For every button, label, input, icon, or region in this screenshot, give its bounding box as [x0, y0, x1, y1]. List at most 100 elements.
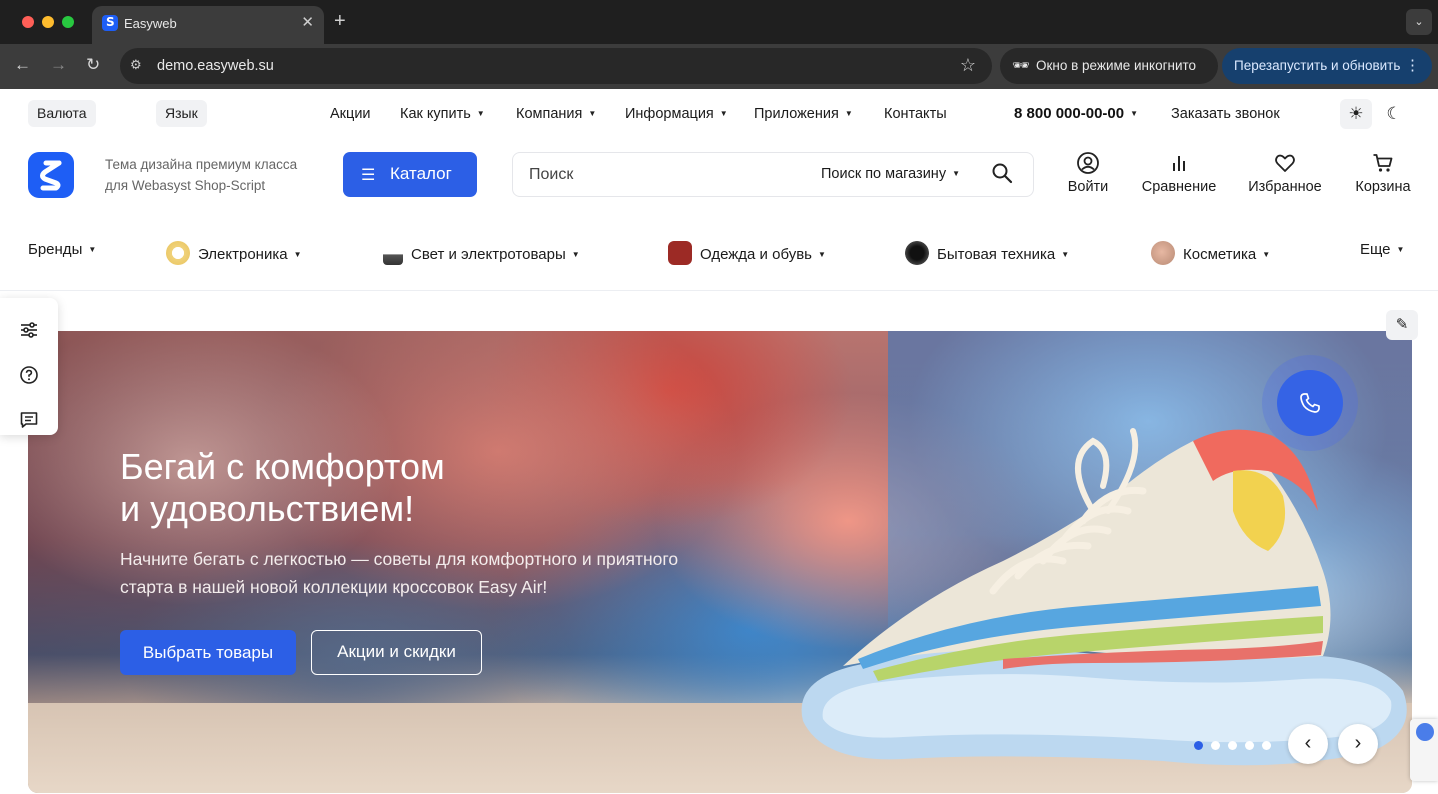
topnav-promotions[interactable]: Акции: [330, 106, 371, 122]
minimize-window-button[interactable]: [42, 16, 54, 28]
hero-subtitle-line: старта в нашей новой коллекции кроссовок…: [120, 577, 548, 597]
catalog-button[interactable]: ☰ Каталог: [343, 152, 477, 197]
category-appliances[interactable]: Бытовая техника ▼: [905, 241, 1069, 265]
jacket-thumb-icon: [668, 241, 692, 265]
category-cosmetics[interactable]: Косметика ▼: [1151, 241, 1270, 265]
site-info-icon[interactable]: ⚙: [130, 57, 148, 75]
call-button[interactable]: [1277, 370, 1343, 436]
slider-dot[interactable]: [1211, 741, 1220, 750]
filter-settings-icon[interactable]: [18, 320, 40, 342]
currency-selector[interactable]: Валюта: [28, 100, 96, 127]
callback-link[interactable]: Заказать звонок: [1171, 106, 1280, 122]
hero-banner: Бегай с комфортом и удовольствием! Начни…: [28, 331, 1412, 793]
caret-down-icon: ▼: [1061, 250, 1070, 259]
favorites-label: Избранное: [1248, 179, 1322, 195]
search-icon[interactable]: [991, 162, 1013, 190]
moon-icon[interactable]: ☾: [1378, 99, 1410, 129]
topnav-company[interactable]: Компания ▼: [516, 106, 596, 122]
cart-action[interactable]: Корзина: [1352, 151, 1414, 195]
tab-title: Easyweb: [124, 16, 177, 31]
caret-down-icon: ▼: [1262, 250, 1271, 259]
category-more[interactable]: Еще ▼: [1360, 241, 1404, 258]
hero-subtitle: Начните бегать с легкостью — советы для …: [120, 545, 740, 601]
promotions-button[interactable]: Акции и скидки: [311, 630, 482, 675]
cart-icon: [1352, 151, 1414, 175]
new-tab-button[interactable]: +: [334, 10, 346, 33]
slider-prev-button[interactable]: ‹: [1288, 724, 1328, 764]
forward-arrow-icon[interactable]: →: [50, 55, 67, 75]
search-input[interactable]: [529, 164, 809, 186]
favorites-action[interactable]: Избранное: [1246, 151, 1324, 195]
phone-text: 8 800 000-00-00: [1014, 105, 1125, 122]
compare-label: Сравнение: [1141, 179, 1217, 195]
browser-window: Easyweb ✕ + ⌄ ← → ↻ ⚙ demo.easyweb.su ☆ …: [0, 0, 1438, 794]
slider-dot[interactable]: [1194, 741, 1203, 750]
hero-subtitle-line: Начните бегать с легкостью — советы для …: [120, 549, 679, 569]
topnav-label: Информация: [625, 106, 714, 122]
sneaker-illustration: [801, 428, 1407, 766]
easyweb-logo[interactable]: [28, 152, 74, 198]
edit-icon[interactable]: ✎: [1386, 310, 1418, 340]
user-icon: [1062, 151, 1114, 175]
language-selector[interactable]: Язык: [156, 100, 207, 127]
help-icon[interactable]: [18, 365, 40, 387]
reload-icon[interactable]: ↻: [86, 55, 100, 75]
category-nav: Бренды ▼ Электроника ▼ Свет и электротовар…: [0, 229, 1438, 291]
list-icon: ☰: [361, 167, 376, 184]
recaptcha-badge[interactable]: [1410, 719, 1438, 781]
bookmark-star-icon[interactable]: ☆: [960, 55, 976, 76]
chat-icon[interactable]: [18, 410, 40, 432]
caret-down-icon: ▼: [952, 169, 960, 178]
browser-menu-icon[interactable]: ⋮: [1405, 56, 1420, 74]
catalog-label: Каталог: [390, 164, 452, 183]
tagline-line: для Webasyst Shop-Script: [105, 178, 266, 193]
electronics-thumb-icon: [166, 241, 190, 265]
address-bar[interactable]: ⚙ demo.easyweb.su ☆: [120, 48, 992, 84]
category-label: Бытовая техника: [937, 246, 1056, 263]
caret-down-icon: ▼: [719, 109, 728, 118]
close-window-button[interactable]: [22, 16, 34, 28]
login-action[interactable]: Войти: [1062, 151, 1114, 195]
sun-icon[interactable]: ☀: [1340, 99, 1372, 129]
maximize-window-button[interactable]: [62, 16, 74, 28]
topnav-information[interactable]: Информация ▼: [625, 106, 728, 122]
topnav-apps[interactable]: Приложения ▼: [754, 106, 853, 122]
caret-down-icon: ▼: [88, 245, 97, 254]
category-lighting[interactable]: Свет и электротовары ▼: [383, 241, 580, 265]
heart-icon: [1246, 151, 1324, 175]
incognito-indicator[interactable]: 🕶 Окно в режиме инкогнито: [1000, 48, 1218, 84]
category-electronics[interactable]: Электроника ▼: [166, 241, 301, 265]
search-scope-dropdown[interactable]: Поиск по магазину ▼: [821, 166, 960, 182]
category-clothing[interactable]: Одежда и обувь ▼: [668, 241, 826, 265]
slider-dot[interactable]: [1245, 741, 1254, 750]
back-arrow-icon[interactable]: ←: [14, 55, 31, 75]
tab-close-icon[interactable]: ✕: [301, 13, 314, 31]
topnav-label: Акции: [330, 106, 371, 122]
tab-search-button[interactable]: ⌄: [1406, 9, 1432, 35]
compare-icon: [1140, 151, 1218, 175]
slider-dot[interactable]: [1262, 741, 1271, 750]
category-label: Электроника: [198, 246, 288, 263]
choose-products-button[interactable]: Выбрать товары: [120, 630, 296, 675]
caret-down-icon: ▼: [844, 109, 853, 118]
category-brands[interactable]: Бренды ▼: [28, 241, 96, 258]
slider-next-button[interactable]: ›: [1338, 724, 1378, 764]
url-text[interactable]: demo.easyweb.su: [157, 58, 274, 74]
lamp-thumb-icon: [383, 241, 403, 265]
caret-down-icon: ▼: [476, 109, 485, 118]
topnav-label: Приложения: [754, 106, 839, 122]
relaunch-update-button[interactable]: Перезапустить и обновить ⋮: [1222, 48, 1432, 84]
topnav-contacts[interactable]: Контакты: [884, 106, 947, 122]
caret-down-icon: ▼: [818, 250, 826, 259]
phone-number[interactable]: 8 800 000-00-00 ▼: [1014, 105, 1138, 122]
slider-dot[interactable]: [1228, 741, 1237, 750]
cosmetics-thumb-icon: [1151, 241, 1175, 265]
browser-tab[interactable]: Easyweb ✕: [92, 6, 324, 44]
topnav-how-to-buy[interactable]: Как купить ▼: [400, 106, 485, 122]
browser-toolbar: ← → ↻ ⚙ demo.easyweb.su ☆ 🕶 Окно в режим…: [0, 44, 1438, 89]
compare-action[interactable]: Сравнение: [1140, 151, 1218, 195]
topnav-label: Контакты: [884, 106, 947, 122]
incognito-label: Окно в режиме инкогнито: [1036, 58, 1197, 73]
topnav-label: Компания: [516, 106, 583, 122]
hero-title-line: Бегай с комфортом: [120, 446, 445, 487]
